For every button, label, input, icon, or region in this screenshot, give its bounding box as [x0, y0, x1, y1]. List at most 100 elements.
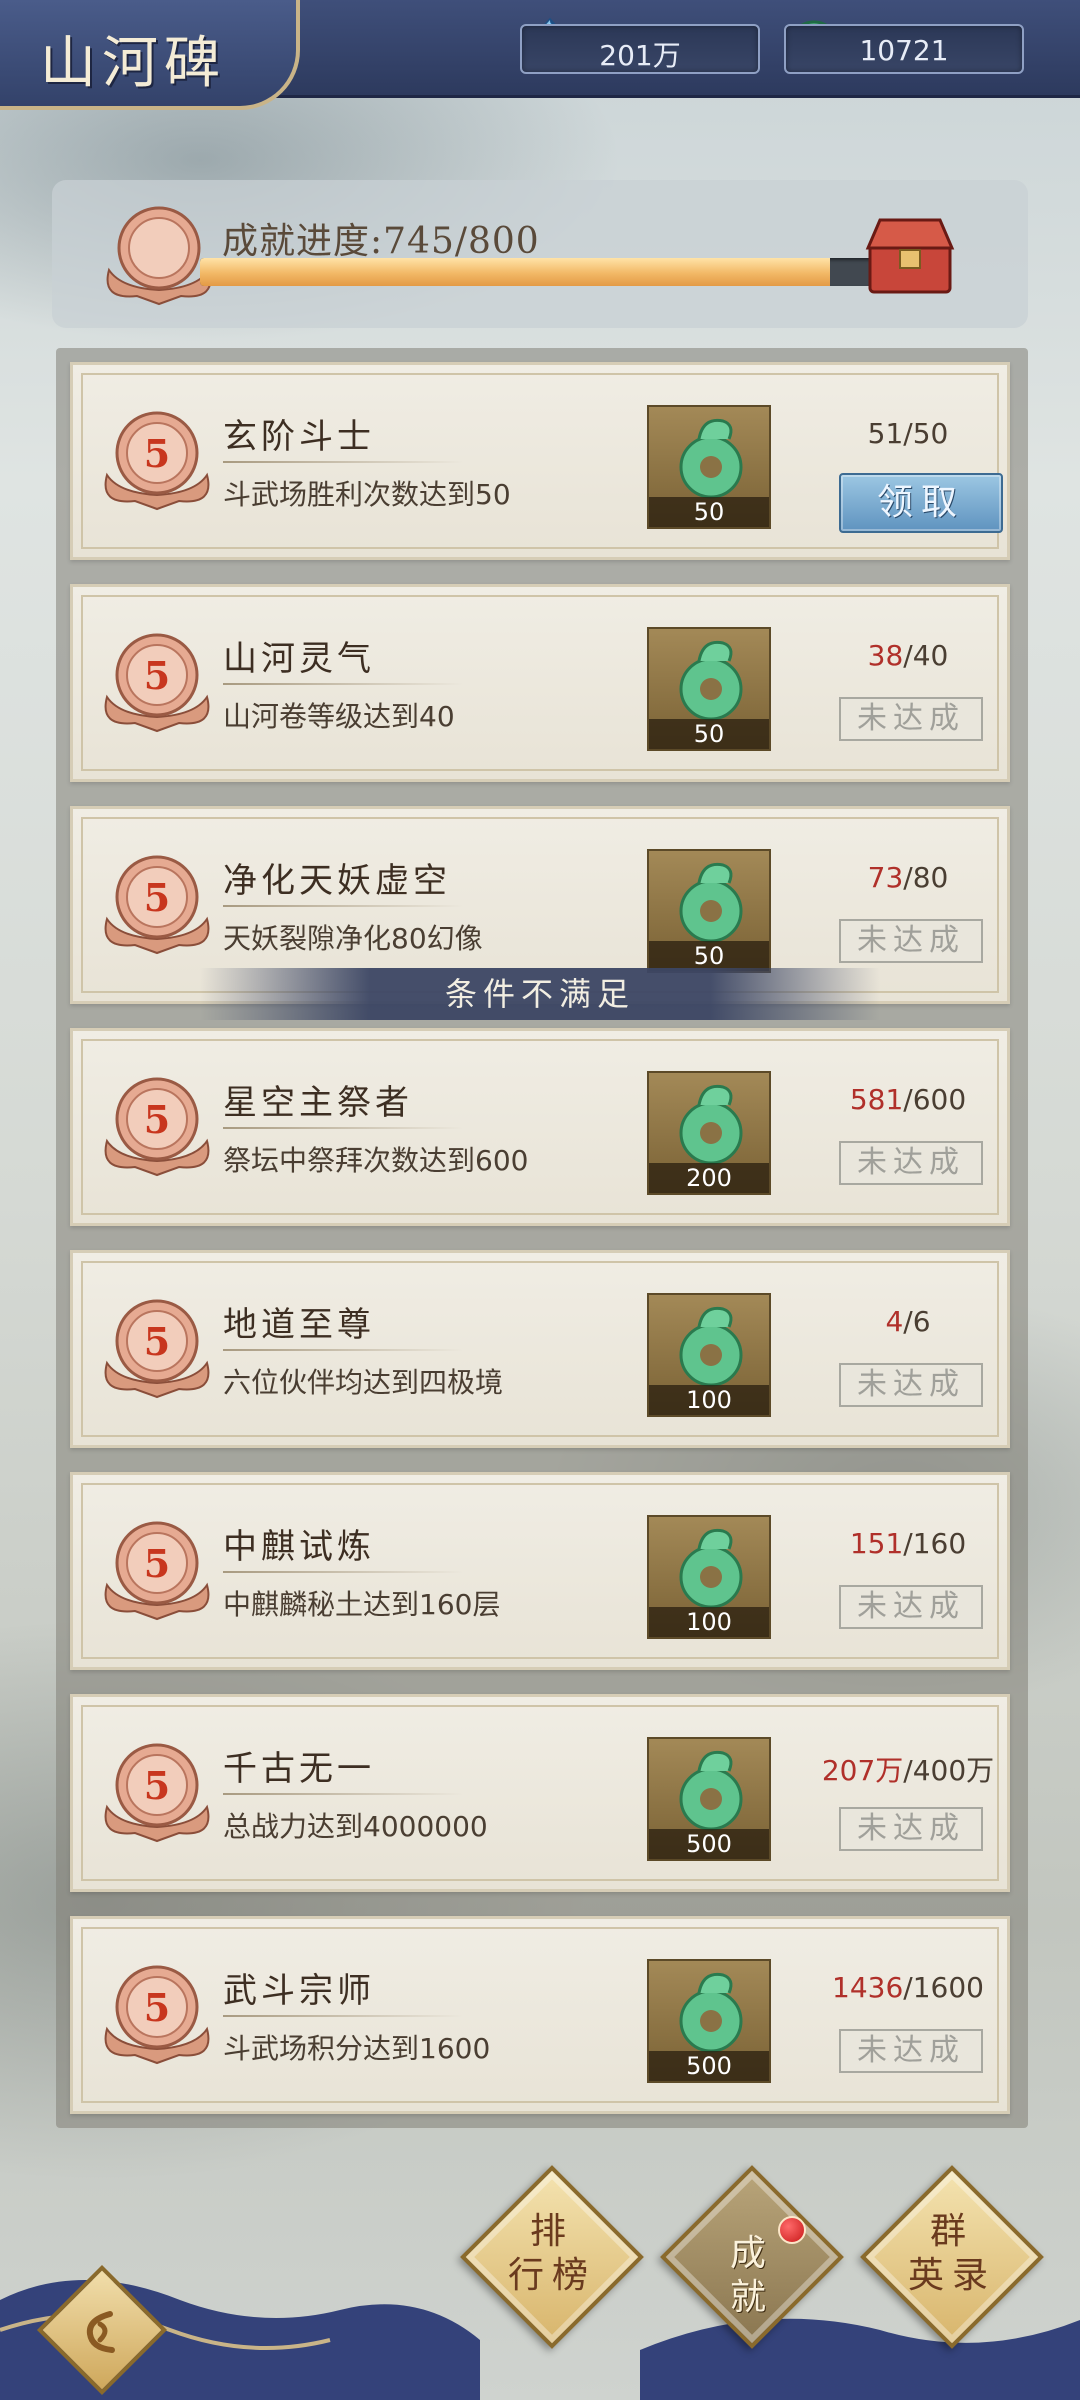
reward-count: 100	[649, 1385, 769, 1415]
not-achieved-button[interactable]: 未达成	[839, 2029, 983, 2073]
name-underline	[223, 1349, 463, 1351]
level-number: 5	[144, 875, 170, 920]
progress-current: 4	[885, 1305, 904, 1338]
crystal-value: 201万	[599, 39, 681, 72]
not-achieved-button[interactable]: 未达成	[839, 1363, 983, 1407]
level-number: 5	[144, 1541, 170, 1586]
reward-item[interactable]: 100	[647, 1515, 771, 1639]
jade-dragon-icon	[679, 418, 743, 499]
progress-total: /6	[903, 1305, 931, 1338]
not-achieved-button[interactable]: 未达成	[839, 1141, 983, 1185]
reward-item[interactable]: 500	[647, 1737, 771, 1861]
reward-count: 50	[649, 719, 769, 749]
name-underline	[223, 1571, 463, 1573]
reward-count: 100	[649, 1607, 769, 1637]
progress-current: 1436	[832, 1971, 904, 2004]
tab-ranking-text: 排行榜	[507, 2211, 596, 2296]
achievement-card: 5 星空主祭者 祭坛中祭拜次数达到600 200 581/600 未达成	[70, 1028, 1010, 1226]
achievement-progress: 51/50	[813, 417, 1003, 450]
level-number: 5	[144, 1763, 170, 1808]
achievement-desc: 山河卷等级达到40	[223, 700, 455, 733]
reward-item[interactable]: 50	[647, 405, 771, 529]
level-medal-icon: 5	[104, 1521, 210, 1621]
not-achieved-button[interactable]: 未达成	[839, 1585, 983, 1629]
not-achieved-button[interactable]: 未达成	[839, 919, 983, 963]
achievement-desc: 六位伙伴均达到四极境	[223, 1366, 504, 1399]
level-medal-icon: 5	[104, 855, 210, 955]
level-number: 5	[144, 1319, 170, 1364]
achievement-name: 净化天妖虚空	[223, 861, 451, 901]
progress-current: 581	[849, 1083, 904, 1116]
progress-total: /40	[903, 639, 949, 672]
achievement-card: 5 山河灵气 山河卷等级达到40 50 38/40 未达成	[70, 584, 1010, 782]
jade-dragon-icon	[679, 862, 743, 943]
jade-dragon-icon	[679, 1750, 743, 1831]
jade-counter[interactable]: 10721	[784, 24, 1024, 74]
reward-count: 50	[649, 941, 769, 971]
progress-current: 38	[867, 639, 904, 672]
progress-bar-fill	[200, 258, 830, 286]
achievement-name: 千古无一	[223, 1749, 375, 1789]
jade-dragon-icon	[679, 1972, 743, 2053]
achievement-desc: 斗武场积分达到1600	[223, 2032, 491, 2065]
not-achieved-button[interactable]: 未达成	[839, 697, 983, 741]
reward-item[interactable]: 50	[647, 627, 771, 751]
reward-count: 500	[649, 1829, 769, 1859]
crystal-counter[interactable]: 201万	[520, 24, 760, 74]
reward-item[interactable]: 50	[647, 849, 771, 973]
page-title: 山河碑	[40, 31, 226, 96]
back-arrow-icon	[86, 2311, 115, 2353]
title-plate: 山河碑	[0, 0, 300, 110]
achievement-progress: 151/160	[813, 1527, 1003, 1560]
level-number: 5	[144, 431, 170, 476]
tab-ranking-label: 排行榜	[482, 2210, 622, 2298]
name-underline	[223, 1793, 463, 1795]
tab-heroes-label: 群英录	[882, 2210, 1022, 2298]
achievement-progress: 207万/400万	[813, 1749, 1003, 1789]
achievement-card: 5 武斗宗师 斗武场积分达到1600 500 1436/1600 未达成	[70, 1916, 1010, 2114]
notification-dot	[778, 2216, 806, 2244]
achievement-progress: 581/600	[813, 1083, 1003, 1116]
jade-dragon-icon	[679, 1084, 743, 1165]
level-medal-icon: 5	[104, 1965, 210, 2065]
reward-item[interactable]: 500	[647, 1959, 771, 2083]
achievement-progress: 73/80	[813, 861, 1003, 894]
achievement-desc: 斗武场胜利次数达到50	[223, 478, 511, 511]
progress-total: /600	[903, 1083, 967, 1116]
tab-achievement-label: 成就	[682, 2232, 822, 2320]
progress-total: /50	[903, 417, 949, 450]
jade-dragon-icon	[679, 640, 743, 721]
progress-total: /160	[903, 1527, 967, 1560]
condition-not-met-banner: 条件不满足	[200, 968, 880, 1020]
reward-count: 50	[649, 497, 769, 527]
achievement-card: 5 中麒试炼 中麒麟秘土达到160层 100 151/160 未达成	[70, 1472, 1010, 1670]
progress-bar	[200, 258, 876, 286]
level-number: 5	[144, 1985, 170, 2030]
jade-dragon-icon	[679, 1528, 743, 1609]
progress-current: 151	[849, 1527, 904, 1560]
tab-achievement-text: 成就	[729, 2233, 774, 2318]
reward-item[interactable]: 100	[647, 1293, 771, 1417]
progress-current: 51	[867, 417, 904, 450]
name-underline	[223, 683, 463, 685]
achievement-name: 中麒试炼	[223, 1527, 375, 1567]
jade-dragon-icon	[679, 1306, 743, 1387]
achievement-name: 武斗宗师	[223, 1971, 375, 2011]
achievement-progress: 4/6	[813, 1305, 1003, 1338]
achievement-progress: 38/40	[813, 639, 1003, 672]
name-underline	[223, 1127, 463, 1129]
name-underline	[223, 905, 463, 907]
level-number: 5	[144, 653, 170, 698]
treasure-chest-icon[interactable]	[860, 210, 960, 300]
achievement-desc: 中麒麟秘土达到160层	[223, 1588, 501, 1621]
not-achieved-button[interactable]: 未达成	[839, 1807, 983, 1851]
progress-medal-icon	[106, 206, 212, 306]
reward-item[interactable]: 200	[647, 1071, 771, 1195]
progress-current: 207万	[821, 1754, 904, 1787]
progress-total: /1600	[903, 1971, 984, 2004]
achievement-name: 山河灵气	[223, 639, 375, 679]
achievement-card: 5 地道至尊 六位伙伴均达到四极境 100 4/6 未达成	[70, 1250, 1010, 1448]
progress-total: /400万	[903, 1754, 995, 1787]
claim-button[interactable]: 领取	[839, 473, 1003, 533]
progress-current: 73	[867, 861, 904, 894]
